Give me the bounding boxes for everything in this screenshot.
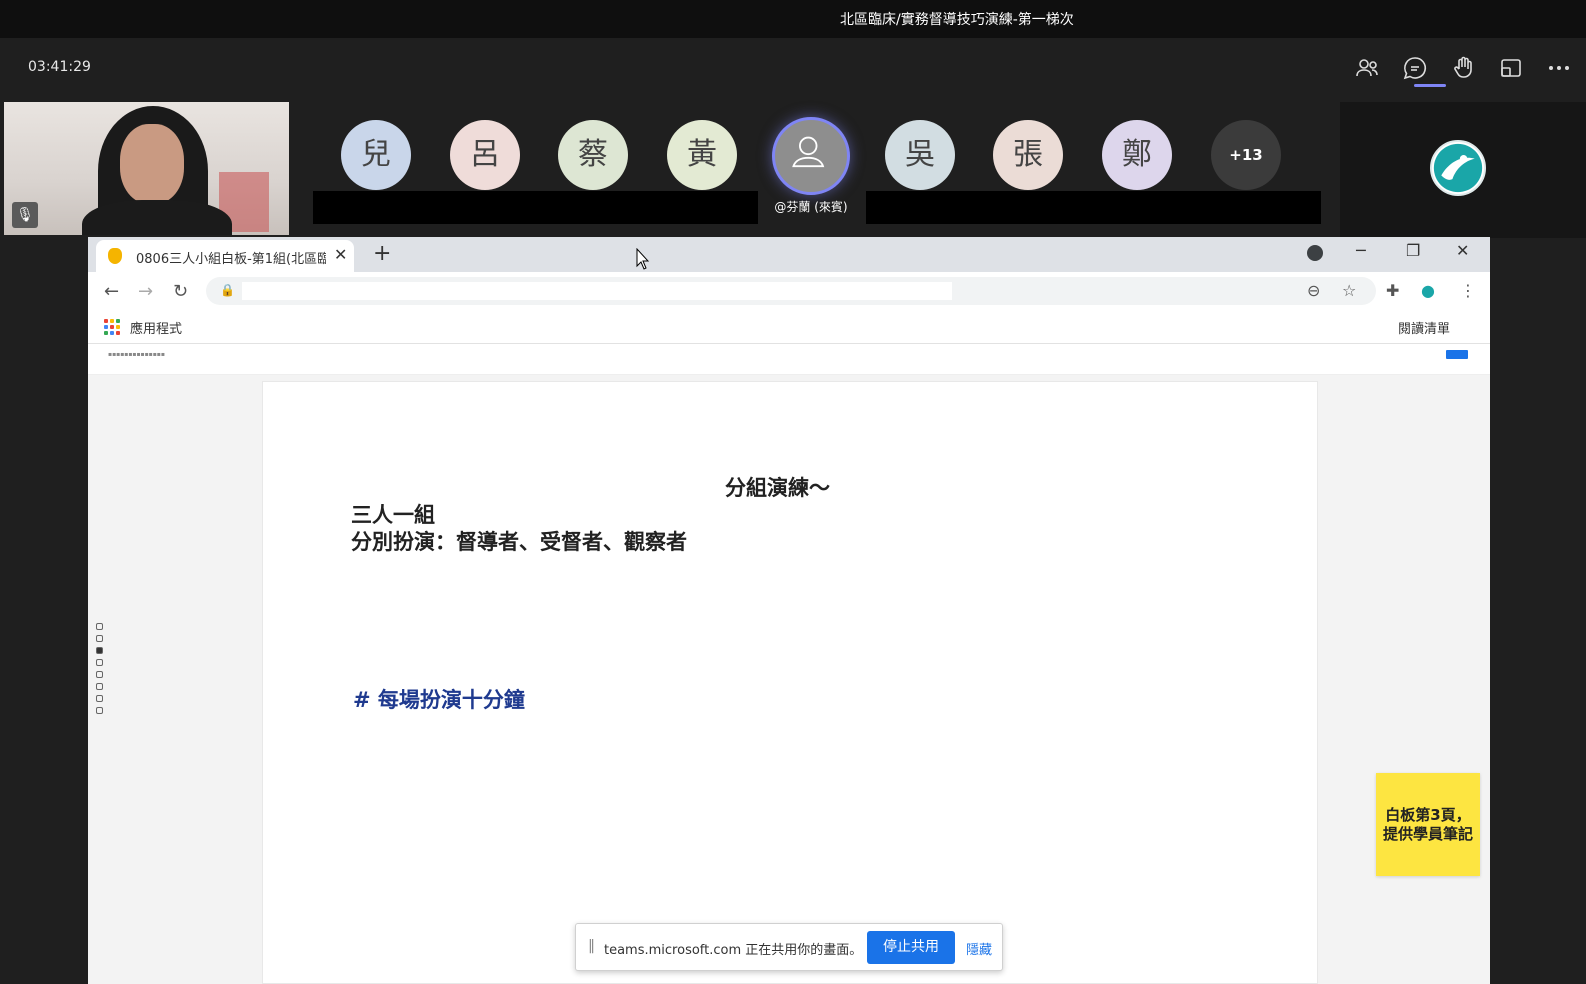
bookmark-star-icon[interactable]: ☆ [1342,281,1356,300]
redacted-names [866,191,1321,224]
close-tab-icon[interactable]: ✕ [334,245,347,264]
zoom-icon[interactable]: ⊖ [1307,281,1320,300]
raise-hand-icon[interactable] [1450,55,1476,81]
apps-bookmark[interactable]: 應用程式 [130,318,182,337]
whiteboard-share-button[interactable] [1446,350,1468,359]
stop-sharing-button[interactable]: 停止共用 [867,931,955,964]
whiteboard-canvas-area: 分組演練～ 三人一組 分別扮演：督導者、受督者、觀察者 # 每場扮演十分鐘 白板… [88,375,1490,984]
meeting-control-bar: 03:41:29 [0,38,1586,98]
mouse-cursor-icon [636,248,650,270]
hide-share-bar-link[interactable]: 隱藏 [966,939,992,958]
whiteboard-app-header-text: ▪▪▪▪▪▪▪▪▪▪▪▪▪▪ [108,351,165,358]
lock-icon: 🔒 [220,283,235,297]
participant-avatar[interactable]: 鄭 [1102,120,1172,190]
participant-avatar[interactable]: 呂 [450,120,520,190]
whiteboard-note: # 每場扮演十分鐘 [353,688,525,712]
screen-share-bar: ‖ teams.microsoft.com 正在共用你的畫面。 停止共用 隱藏 [575,923,1003,971]
redacted-url [242,282,952,300]
share-tray-icon[interactable] [1498,55,1524,81]
presenter-video[interactable]: 🎙 [4,102,289,235]
tab-search-icon[interactable] [1307,245,1323,261]
bookmarks-bar: 應用程式 閱讀清單 [88,310,1490,344]
participant-avatar[interactable]: 吳 [885,120,955,190]
close-window-icon[interactable]: ✕ [1456,241,1469,260]
drag-handle-icon[interactable]: ‖ [588,938,595,954]
whiteboard-title: 分組演練～ [725,476,830,500]
apps-grid-icon[interactable] [104,319,120,335]
participant-avatar[interactable]: 黃 [667,120,737,190]
favicon-icon [108,248,122,264]
organization-logo [1430,140,1486,196]
whiteboard-toolbar[interactable] [92,623,106,741]
whiteboard-page[interactable]: 分組演練～ 三人一組 分別扮演：督導者、受督者、觀察者 # 每場扮演十分鐘 白板… [262,381,1480,984]
speaker-name: @芬蘭 (來賓) [774,200,848,214]
chat-active-indicator [1414,84,1446,87]
new-tab-button[interactable]: + [373,241,391,266]
tab-strip: 0806三人小組白板-第1組(北區臨床/實務督導技巧演練 ✕ + ─ ❐ ✕ [88,237,1490,272]
window-titlebar: 北區臨床/實務督導技巧演練-第一梯次 [0,0,1586,38]
profile-icon[interactable]: ● [1421,281,1435,300]
participants-stage: 🎙 兒 呂 蔡 黃 吳 張 鄭 +13 @芬蘭 (來賓) [0,98,1586,238]
share-status-text: teams.microsoft.com 正在共用你的畫面。 [604,943,863,958]
participant-avatar[interactable]: 張 [993,120,1063,190]
more-icon[interactable] [1546,55,1572,81]
minimize-icon[interactable]: ─ [1356,241,1366,260]
reload-icon[interactable]: ↻ [173,281,188,302]
meeting-timer: 03:41:29 [28,59,91,75]
whiteboard-app-header: ▪▪▪▪▪▪▪▪▪▪▪▪▪▪ [88,345,1490,375]
browser-toolbar: ← → ↻ 🔒 ⊖ ☆ ✚ ● ⋮ [88,272,1490,310]
back-icon[interactable]: ← [104,281,119,302]
whiteboard-text-line: 分別扮演：督導者、受督者、觀察者 [351,530,687,554]
mic-off-icon: 🎙 [12,202,38,228]
people-icon[interactable] [1354,55,1380,81]
restore-icon[interactable]: ❐ [1406,241,1420,260]
browser-menu-icon[interactable]: ⋮ [1460,281,1476,300]
browser-tab[interactable]: 0806三人小組白板-第1組(北區臨床/實務督導技巧演練 ✕ [96,240,354,272]
participant-avatar-speaking[interactable] [772,117,850,195]
whiteboard-text-line: 三人一組 [351,503,435,527]
meeting-title: 北區臨床/實務督導技巧演練-第一梯次 [840,12,1074,28]
shared-browser-window: 0806三人小組白板-第1組(北區臨床/實務督導技巧演練 ✕ + ─ ❐ ✕ ←… [88,237,1490,984]
redacted-names [313,191,758,224]
address-bar[interactable]: 🔒 [206,277,1376,305]
more-participants-button[interactable]: +13 [1211,120,1281,190]
sticky-note[interactable]: 白板第3頁，提供學員筆記 [1376,773,1480,876]
reading-list-button[interactable]: 閱讀清單 [1398,318,1450,337]
extensions-icon[interactable]: ✚ [1386,281,1399,300]
chat-icon[interactable] [1402,55,1428,81]
tab-title: 0806三人小組白板-第1組(北區臨床/實務督導技巧演練 [136,252,326,267]
participant-avatar[interactable]: 蔡 [558,120,628,190]
participant-avatar[interactable]: 兒 [341,120,411,190]
forward-icon[interactable]: → [138,281,153,302]
